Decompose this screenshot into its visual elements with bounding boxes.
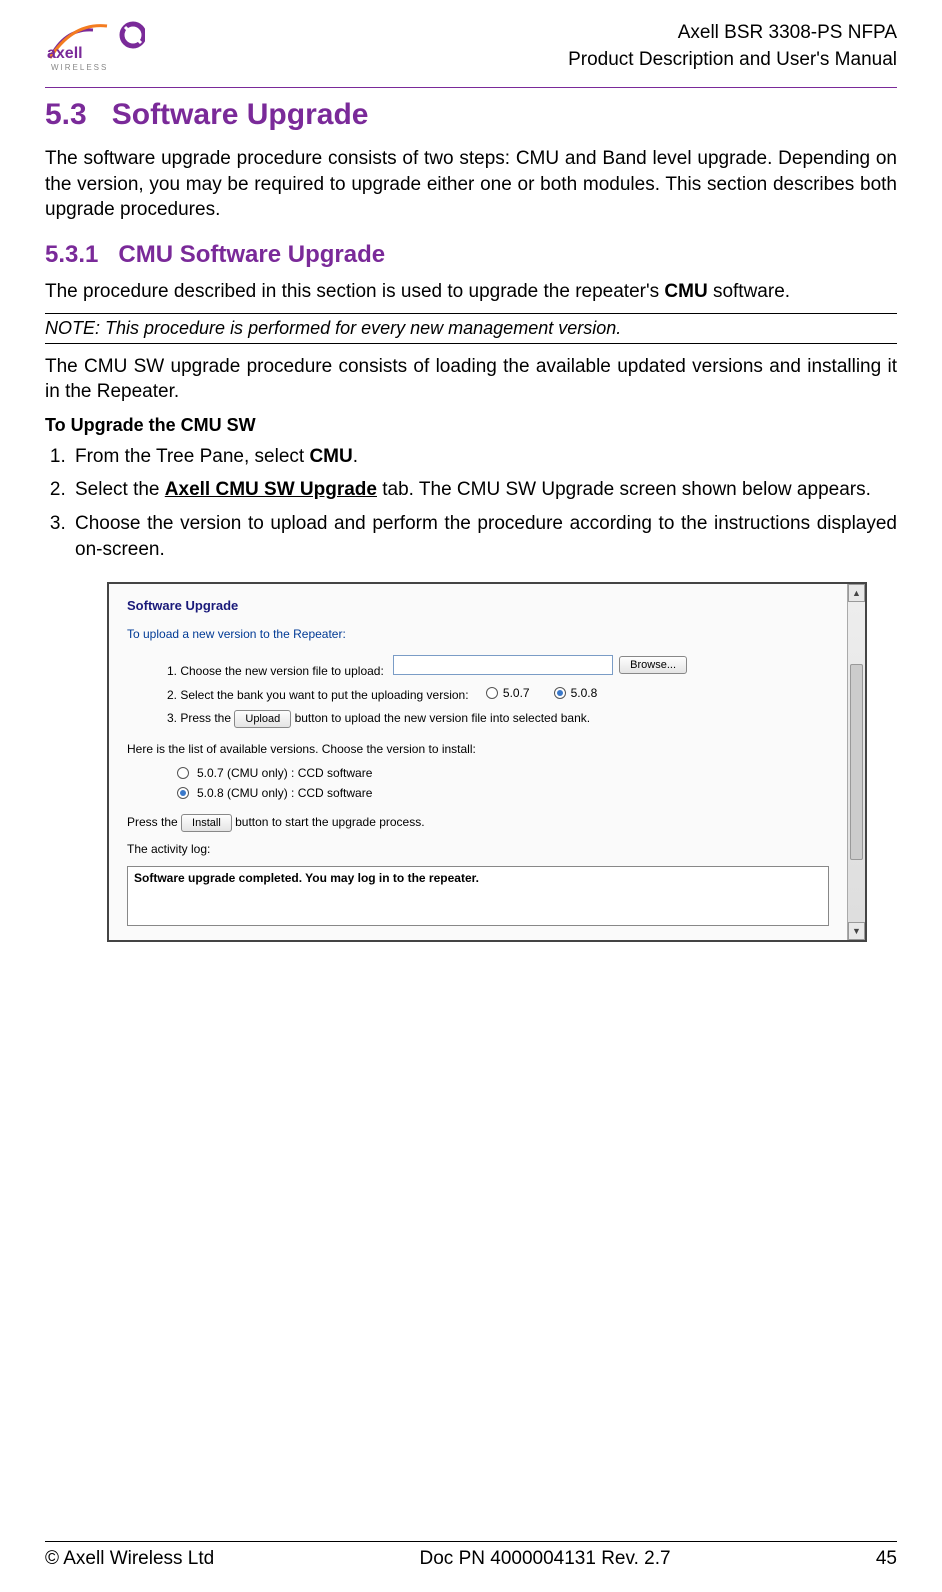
procedure-subhead: To Upgrade the CMU SW	[45, 415, 897, 436]
steps-list: From the Tree Pane, select CMU. Select t…	[45, 444, 897, 563]
embedded-screenshot: Software Upgrade To upload a new version…	[107, 582, 867, 942]
step-1: From the Tree Pane, select CMU.	[71, 444, 897, 470]
footer-doc: Doc PN 4000004131 Rev. 2.7	[420, 1548, 671, 1570]
axell-logo-icon: axell WIRELESS	[45, 20, 145, 75]
vertical-scrollbar[interactable]: ▲ ▼	[847, 584, 865, 940]
page-footer: © Axell Wireless Ltd Doc PN 4000004131 R…	[45, 1541, 897, 1570]
header-doc-title: Axell BSR 3308-PS NFPA Product Descripti…	[568, 20, 897, 73]
radio-icon	[177, 787, 189, 799]
page-header: axell WIRELESS Axell BSR 3308-PS NFPA Pr…	[45, 20, 897, 83]
install-button[interactable]: Install	[181, 814, 232, 832]
file-path-input[interactable]	[393, 655, 613, 675]
subsection-title: 5.3.1 CMU Software Upgrade	[45, 241, 897, 269]
step-2: Select the Axell CMU SW Upgrade tab. The…	[71, 477, 897, 503]
scroll-thumb[interactable]	[850, 664, 863, 860]
footer-page: 45	[876, 1548, 897, 1570]
scroll-up-icon[interactable]: ▲	[848, 584, 865, 602]
bank-option-507[interactable]: 5.0.7	[486, 686, 530, 700]
activity-log: Software upgrade completed. You may log …	[127, 866, 829, 926]
browse-button[interactable]: Browse...	[619, 656, 687, 674]
subsection-para2: The CMU SW upgrade procedure consists of…	[45, 354, 897, 405]
header-line2: Product Description and User's Manual	[568, 47, 897, 74]
version-option-507[interactable]: 5.0.7 (CMU only) : CCD software	[177, 766, 829, 780]
bank-option-508[interactable]: 5.0.8	[554, 686, 598, 700]
radio-icon	[486, 687, 498, 699]
upload-step-3: 3. Press the Upload button to upload the…	[167, 710, 829, 728]
footer-copyright: © Axell Wireless Ltd	[45, 1548, 214, 1570]
upload-button[interactable]: Upload	[234, 710, 291, 728]
version-option-508[interactable]: 5.0.8 (CMU only) : CCD software	[177, 786, 829, 800]
svg-text:axell: axell	[47, 45, 83, 62]
header-divider	[45, 87, 897, 88]
panel-heading: Software Upgrade	[127, 598, 829, 613]
install-line: Press the Install button to start the up…	[127, 814, 829, 832]
step-3: Choose the version to upload and perform…	[71, 511, 897, 562]
software-upgrade-panel: Software Upgrade To upload a new version…	[107, 582, 867, 942]
radio-icon	[177, 767, 189, 779]
scroll-down-icon[interactable]: ▼	[848, 922, 865, 940]
header-line1: Axell BSR 3308-PS NFPA	[568, 20, 897, 47]
upload-step-2: 2. Select the bank you want to put the u…	[167, 686, 829, 702]
subsection-para1: The procedure described in this section …	[45, 279, 897, 305]
radio-icon	[554, 687, 566, 699]
section-title: 5.3 Software Upgrade	[45, 98, 897, 132]
version-list: 5.0.7 (CMU only) : CCD software 5.0.8 (C…	[127, 766, 829, 800]
logo: axell WIRELESS	[45, 20, 145, 75]
upload-steps: 1. Choose the new version file to upload…	[127, 655, 829, 728]
choose-version-text: Here is the list of available versions. …	[127, 742, 829, 756]
upload-step-1: 1. Choose the new version file to upload…	[167, 655, 829, 678]
activity-log-label: The activity log:	[127, 842, 829, 856]
note: NOTE: This procedure is performed for ev…	[45, 313, 897, 344]
section-intro: The software upgrade procedure consists …	[45, 146, 897, 223]
panel-subtitle: To upload a new version to the Repeater:	[127, 627, 829, 641]
svg-text:WIRELESS: WIRELESS	[51, 63, 108, 72]
